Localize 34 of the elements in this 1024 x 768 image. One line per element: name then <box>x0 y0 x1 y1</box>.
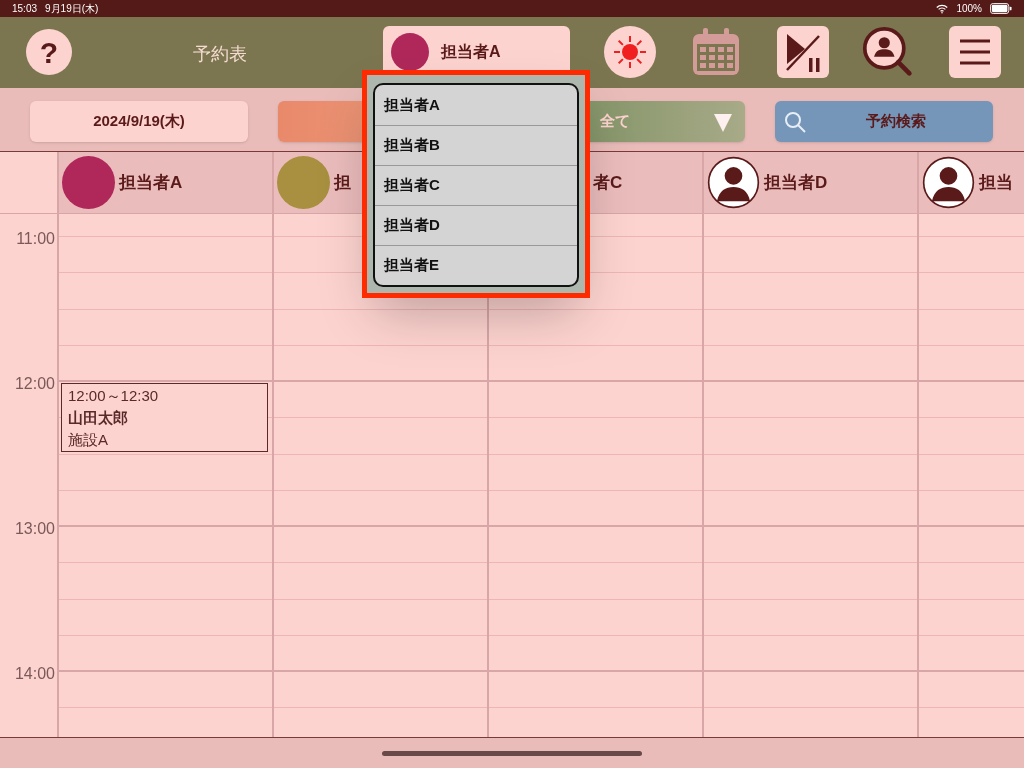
facility-name: 施設A <box>68 430 109 450</box>
sun-icon[interactable] <box>604 26 656 78</box>
avatar-icon <box>922 156 975 209</box>
menu-item[interactable]: 担当者C <box>375 165 577 205</box>
appointment-time: 12:00～12:30 <box>68 386 160 406</box>
app-title: 予約表 <box>193 43 247 66</box>
play-pause-icon[interactable] <box>777 26 829 78</box>
customer-name: 山田太郎 <box>68 408 129 428</box>
date-button[interactable]: 2024/9/19(木) <box>30 101 248 142</box>
status-time: 15:03 <box>12 2 38 16</box>
staff-name: 担 <box>334 171 351 194</box>
battery-icon <box>990 3 1012 14</box>
staff-name: 担当者A <box>119 171 183 194</box>
staff-name: 担当者D <box>764 171 828 194</box>
avatar-icon <box>707 156 760 209</box>
status-date: 9月19日(木) <box>45 2 99 16</box>
person-search-icon[interactable] <box>862 26 914 78</box>
staff-name: 担当 <box>979 171 1013 194</box>
menu-item[interactable]: 担当者D <box>375 205 577 245</box>
time-label: 11:00 <box>16 229 55 249</box>
menu-item[interactable]: 担当者E <box>375 245 577 285</box>
menu-icon[interactable] <box>949 26 1001 78</box>
time-label: 12:00 <box>14 374 55 394</box>
wifi-icon <box>936 3 949 14</box>
battery-percent: 100% <box>956 2 982 16</box>
time-label: 13:00 <box>14 519 55 539</box>
time-label: 14:00 <box>14 664 55 684</box>
search-button[interactable]: 予約検索 <box>775 101 993 142</box>
home-indicator[interactable] <box>382 750 642 756</box>
appointment-card[interactable]: 12:00～12:30 山田太郎 施設A <box>61 383 268 452</box>
help-button[interactable]: ? <box>26 29 72 75</box>
menu-item[interactable]: 担当者B <box>375 125 577 165</box>
search-icon <box>783 109 807 134</box>
staff-name: 者C <box>593 171 623 194</box>
